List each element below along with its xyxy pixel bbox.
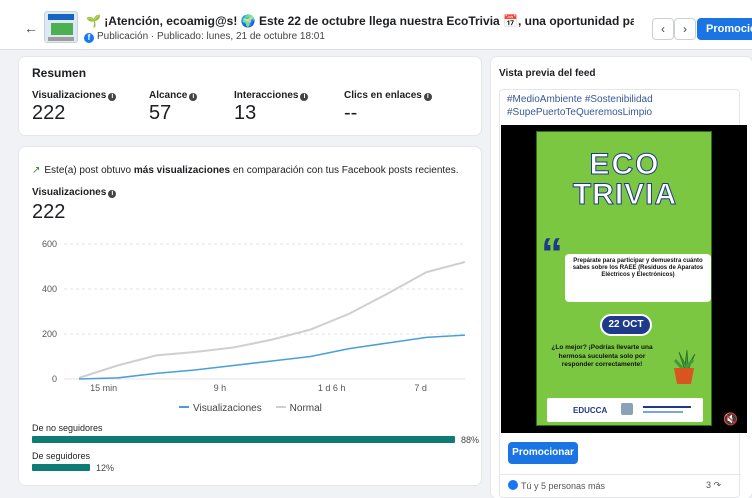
volume-muted-icon[interactable]: 🔇 [723,412,738,426]
segment-label: De seguidores [32,451,91,461]
insight-text: ↗ Este(a) post obtuvo más visualizaciones… [32,165,459,176]
chart-legend: Visualizaciones Normal [179,403,322,414]
municipal-emblem [621,403,633,415]
post-video[interactable]: ECO TRIVIA “ Prepárate para participar y… [501,125,747,433]
metric-value: -- [344,102,358,124]
views-value: 222 [32,201,66,223]
quote-mark-icon: “ [541,229,563,278]
feed-post-preview: #MedioAmbiente #Sostenibilidad #SupePuer… [499,89,747,498]
like-reaction-icon [508,480,518,490]
summary-title: Resumen [32,66,87,80]
facebook-icon: f [84,33,94,43]
metric-label: Interacciones [234,90,299,101]
post-title: 🌱 ¡Atención, ecoamig@s! 🌍 Este 22 de oct… [86,14,634,28]
metric-value: 57 [149,102,172,124]
views-line-chart: 0 200 400 600 15 min 9 h 1 d 6 h 7 d [42,239,466,393]
poster-date-badge: 22 OCT [600,314,652,336]
arrow-left-icon[interactable]: ← [24,20,38,36]
segment-bar-followers [32,464,90,471]
poster-title-eco: ECO [589,148,661,182]
info-icon[interactable]: i [108,190,117,198]
legend-views: Visualizaciones [193,403,262,414]
y-tick-label: 200 [42,329,57,339]
poster-bubble-text: Prepárate para participar y demuestra cu… [565,254,711,302]
views-label: Visualizaciones i [32,187,117,198]
shares-count[interactable]: 3 ↷ [706,480,721,491]
feed-preview-card: Vista previa del feed #MedioAmbiente #So… [491,57,752,498]
segment-label: De no seguidores [32,423,103,433]
x-tick-label: 1 d 6 h [318,383,346,393]
segment-percent: 12% [96,463,115,473]
divider [500,474,741,475]
post-header: ← 🌱 ¡Atención, ecoamig@s! 🌍 Este 22 de o… [0,0,752,50]
metric-label: Clics en enlaces [344,90,422,101]
trend-up-icon: ↗ [32,165,41,176]
x-tick-label: 9 h [214,383,227,393]
views-label-text: Visualizaciones [32,187,107,198]
succulent-plant-icon [673,349,696,384]
shares-number: 3 [706,480,712,490]
logo-line [643,406,691,408]
series-line-visualizaciones [78,334,466,380]
post-subtitle: f Publicación · Publicado: lunes, 21 de o… [84,31,325,43]
y-tick-label: 0 [52,374,57,384]
metric-link-clicks: Clics en enlaces i -- [344,90,432,125]
ecotrivia-poster: ECO TRIVIA “ Prepárate para participar y… [536,131,712,426]
preview-title: Vista previa del feed [499,68,596,79]
y-tick-label: 600 [42,239,57,249]
summary-card: Resumen Visualizaciones i 222 Alcance i 57… [19,57,481,135]
metric-label: Alcance [149,90,188,101]
segment-bar-non-followers [32,436,455,443]
logo-line [643,411,683,413]
poster-footer-logos: EDUCCA [547,398,703,422]
share-icon: ↷ [713,480,722,490]
legend-swatch-views [179,406,189,408]
hashtags[interactable]: #MedioAmbiente #Sostenibilidad #SupePuer… [507,93,727,119]
metric-interactions: Interacciones i 13 [234,90,309,125]
info-icon[interactable]: i [189,93,198,101]
performance-card: ↗ Este(a) post obtuvo más visualizaciones… [19,147,481,485]
metric-value: 13 [234,102,257,124]
metric-views: Visualizaciones i 222 [32,90,117,125]
metric-reach: Alcance i 57 [149,90,198,125]
post-meta: Publicación · Publicado: lunes, 21 de oc… [97,31,325,42]
reactions-text: Tú y 5 personas más [521,481,606,491]
info-icon[interactable]: i [108,93,117,101]
y-tick-label: 400 [42,284,57,294]
promote-button[interactable]: Promocionar [508,442,578,464]
metric-value: 222 [32,102,66,124]
info-icon[interactable]: i [300,93,309,101]
educca-logo: EDUCCA [573,406,608,415]
chevron-left-icon[interactable]: ‹ [652,18,674,40]
segment-percent: 88% [461,435,480,445]
insight-bold: más visualizaciones [133,165,231,176]
poster-title-trivia: TRIVIA [572,178,678,212]
insight-pre: Este(a) post obtuvo [44,165,134,176]
legend-normal: Normal [289,403,322,414]
legend-swatch-normal [275,406,286,408]
insight-post: en comparación con tus Facebook posts re… [230,165,459,176]
x-tick-label: 15 min [90,383,117,393]
x-tick-label: 7 d [414,383,427,393]
post-thumbnail [44,11,78,43]
poster-bottom-text: ¿Lo mejor? ¡Podrías llevarte una hermosa… [551,344,653,368]
reactions-summary[interactable]: Tú y 5 personas más [508,480,605,491]
promote-button-top[interactable]: Promocionar [697,18,752,40]
metric-label: Visualizaciones [32,90,107,101]
chevron-right-icon[interactable]: › [674,18,696,40]
info-icon[interactable]: i [423,93,432,101]
